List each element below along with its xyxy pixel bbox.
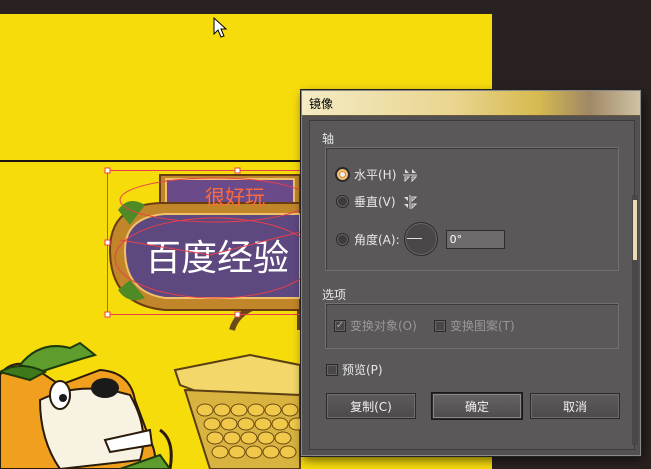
radio-angle[interactable]: 角度(A): 0° <box>336 222 505 256</box>
dialog-titlebar[interactable]: 镜像 <box>302 91 640 116</box>
ok-button[interactable]: 确定 <box>432 393 522 419</box>
dialog-title: 镜像 <box>309 97 334 111</box>
checkbox-icon[interactable] <box>434 319 446 332</box>
radio-angle-label: 角度(A): <box>354 232 400 247</box>
radio-button[interactable] <box>336 195 349 208</box>
badge-artwork: 很好玩 百度经验 <box>108 174 301 311</box>
reflect-dialog: 镜像 轴 水平(H) 垂直(V) 角度(A): 0° 选项 ✓ 变换对象(O) … <box>301 90 641 456</box>
transform-objects-label: 变换对象(O) <box>350 319 417 333</box>
badge-small-text: 很好玩 <box>205 185 265 209</box>
checkbox-checked-icon[interactable]: ✓ <box>334 319 346 332</box>
radio-button-selected[interactable] <box>336 168 349 181</box>
axis-group-label: 轴 <box>322 132 335 146</box>
bear-character <box>0 341 173 469</box>
options-group-label: 选项 <box>322 288 347 302</box>
transform-patterns-label: 变换图案(T) <box>450 319 515 333</box>
copy-button[interactable]: 复制(C) <box>326 393 416 419</box>
cancel-button[interactable]: 取消 <box>530 393 620 419</box>
angle-dial[interactable] <box>403 222 438 256</box>
radio-horizontal[interactable]: 水平(H) <box>336 166 418 183</box>
checkbox-transform-objects[interactable]: ✓ 变换对象(O) <box>334 317 417 334</box>
panel-scroll-thumb[interactable] <box>633 200 637 260</box>
checkbox-preview[interactable]: 预览(P) <box>326 361 383 378</box>
mouse-cursor-icon <box>213 16 228 38</box>
radio-vertical-label: 垂直(V) <box>354 195 396 209</box>
preview-label: 预览(P) <box>342 363 383 377</box>
mirror-horizontal-icon <box>403 168 418 182</box>
basket-illustration <box>173 296 306 469</box>
mirror-vertical-icon <box>403 194 417 209</box>
badge-big-text: 百度经验 <box>145 238 289 279</box>
checkbox-icon[interactable] <box>326 363 338 376</box>
checkbox-transform-patterns[interactable]: 变换图案(T) <box>434 317 515 334</box>
angle-input[interactable]: 0° <box>445 229 505 249</box>
radio-button[interactable] <box>336 232 349 246</box>
radio-horizontal-label: 水平(H) <box>354 168 397 182</box>
dialog-body: 轴 水平(H) 垂直(V) 角度(A): 0° 选项 ✓ 变换对象(O) 变换图… <box>309 120 635 450</box>
radio-vertical[interactable]: 垂直(V) <box>336 193 418 210</box>
